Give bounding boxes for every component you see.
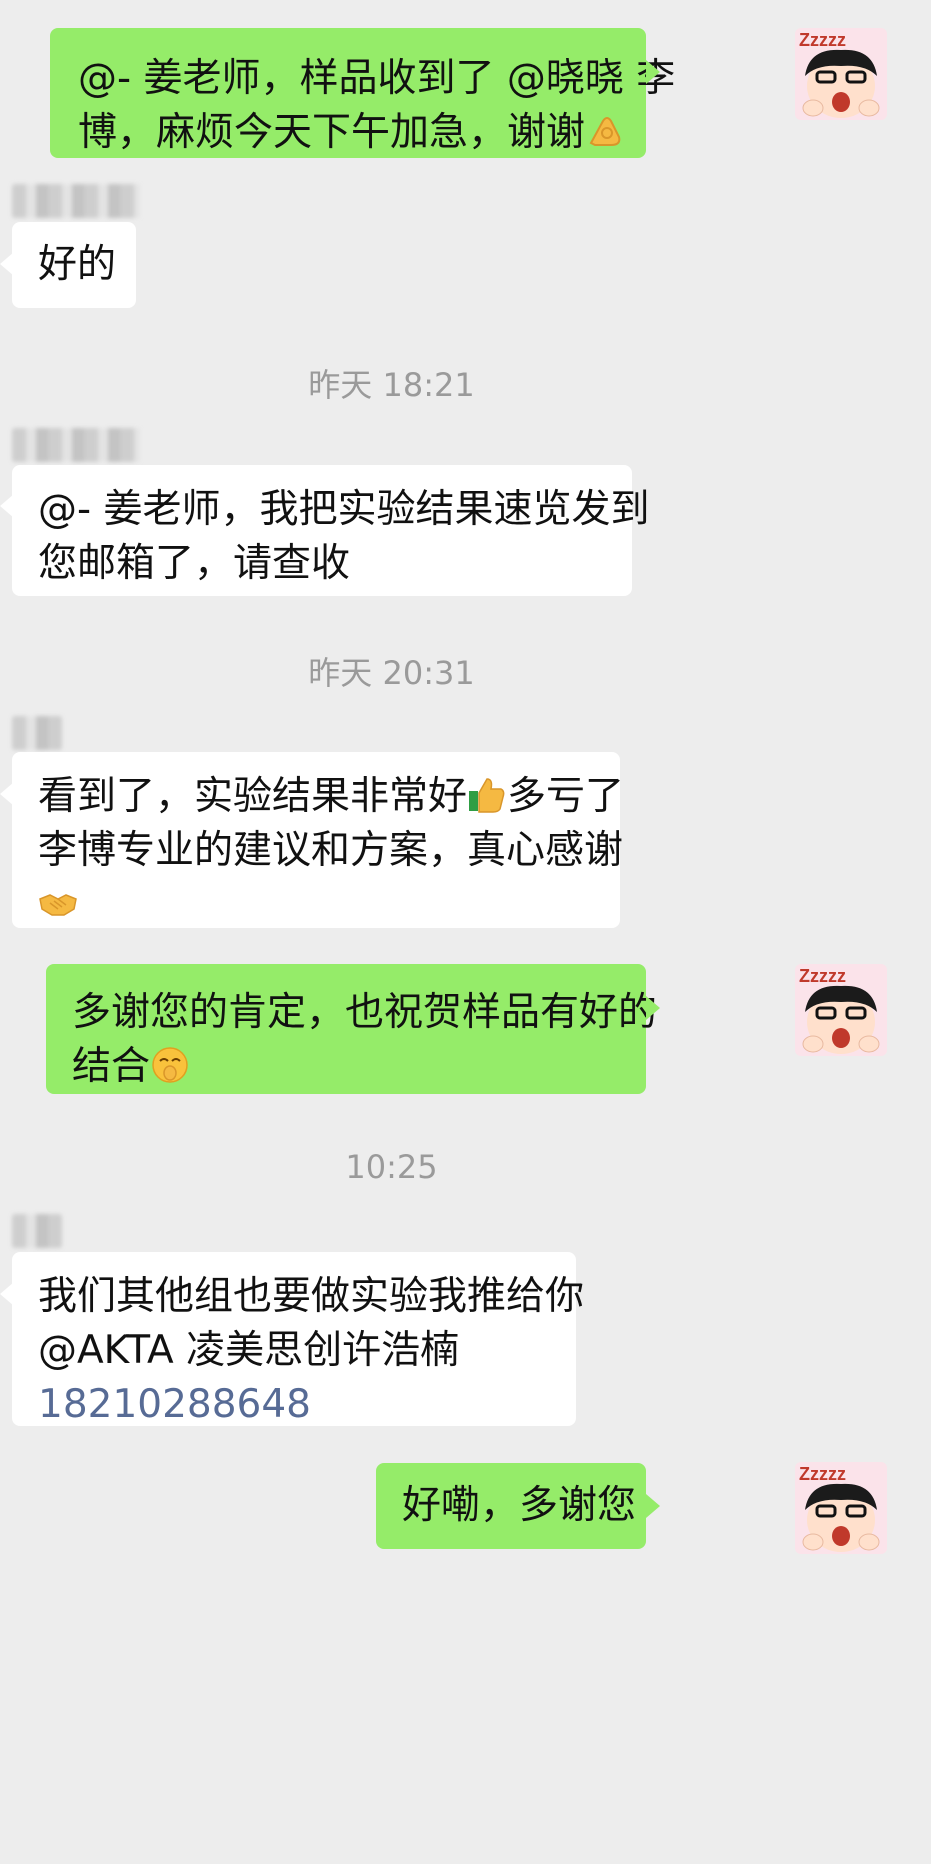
message-text: @- 姜老师，我把实验结果速览发到 [38, 487, 650, 532]
message-text: 结合 [72, 1044, 151, 1089]
avatar-image: Zzzzz [795, 1462, 887, 1554]
bubble-tail [646, 1494, 660, 1518]
avatar-image: Zzzzz [795, 28, 887, 120]
message-text: 我们其他组也要做实验我推给你 [38, 1274, 585, 1319]
thumbs-up-emoji-icon [467, 775, 507, 815]
message-bubble-received[interactable]: 看到了，实验结果非常好 多亏了 李博专业的建议和方案，真心感谢 [12, 752, 624, 928]
message-bubble-sent[interactable]: 好嘞，多谢您 [376, 1463, 646, 1549]
sender-name-blurred [12, 716, 62, 750]
message-text: @- 姜老师，样品收到了 @晓晓 李 [78, 56, 676, 101]
message-bubble-received[interactable]: 我们其他组也要做实验我推给你 @AKTA 凌美思创许浩楠 18210288648 [12, 1252, 585, 1427]
svg-text:Zzzzz: Zzzzz [799, 1464, 846, 1484]
ok-hand-emoji-icon [585, 111, 625, 151]
message-text: 您邮箱了，请查收 [38, 541, 351, 586]
sender-name-blurred [12, 1214, 62, 1248]
avatar-image: Zzzzz [795, 964, 887, 1056]
sender-name-blurred [12, 184, 140, 218]
message-bubble-received[interactable]: @- 姜老师，我把实验结果速览发到 您邮箱了，请查收 [12, 465, 650, 596]
avatar[interactable]: Zzzzz [795, 28, 887, 120]
bubble-tail [646, 60, 660, 84]
svg-text:Zzzzz: Zzzzz [799, 30, 846, 50]
message-text: 多谢您的肯定，也祝贺样品有好的 [72, 990, 658, 1035]
svg-text:Zzzzz: Zzzzz [799, 966, 846, 986]
message-text: 博，麻烦今天下午加急，谢谢 [78, 110, 586, 155]
message-text: 多亏了 [507, 774, 625, 819]
message-bubble-received[interactable]: 好的 [12, 222, 136, 308]
message-text: 好嘞，多谢您 [402, 1483, 637, 1528]
sender-name-blurred [12, 428, 140, 462]
timestamp: 昨天 20:31 [308, 654, 475, 692]
handshake-emoji-icon [38, 883, 78, 923]
avatar[interactable]: Zzzzz [795, 1462, 887, 1554]
message-text: @AKTA 凌美思创许浩楠 [38, 1328, 460, 1373]
bubble-tail [646, 996, 660, 1020]
phone-number-link[interactable]: 18210288648 [38, 1378, 576, 1432]
message-bubble-sent[interactable]: @- 姜老师，样品收到了 @晓晓 李 博，麻烦今天下午加急，谢谢 [50, 28, 676, 158]
timestamp: 昨天 18:21 [308, 366, 475, 404]
message-bubble-sent[interactable]: 多谢您的肯定，也祝贺样品有好的 结合 [46, 964, 658, 1094]
timestamp: 10:25 [345, 1148, 438, 1186]
message-text: 看到了，实验结果非常好 [38, 774, 468, 819]
avatar[interactable]: Zzzzz [795, 964, 887, 1056]
message-text: 李博专业的建议和方案，真心感谢 [38, 828, 624, 873]
shushing-face-emoji-icon [150, 1045, 190, 1085]
message-text: 好的 [38, 242, 117, 287]
